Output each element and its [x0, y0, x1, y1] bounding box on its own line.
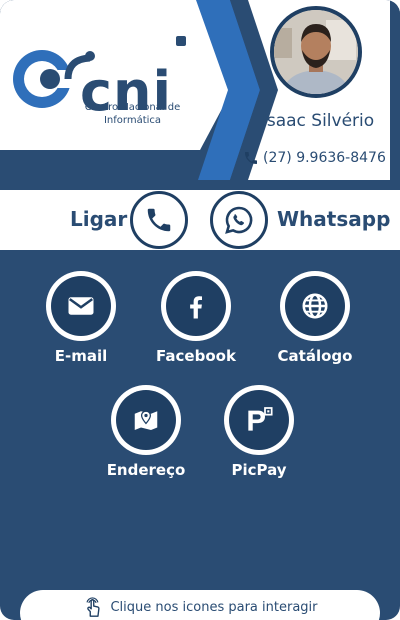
phone-line[interactable]: (27) 9.9636-8476 — [243, 150, 386, 166]
address-link[interactable]: Endereço — [91, 385, 201, 480]
call-button[interactable] — [130, 191, 188, 249]
person-name: Isaac Silvério — [261, 111, 375, 131]
facebook-label: Facebook — [156, 347, 236, 365]
picpay-label: PicPay — [231, 461, 287, 479]
email-link[interactable]: E-mail — [26, 271, 136, 366]
catalog-link[interactable]: Catálogo — [260, 271, 370, 366]
facebook-circle[interactable] — [161, 271, 231, 341]
facebook-icon — [190, 296, 202, 319]
picpay-icon — [248, 407, 273, 431]
email-label: E-mail — [54, 347, 108, 365]
hint-pill: Clique nos icones para interagir — [20, 590, 380, 620]
phone-icon — [245, 152, 257, 164]
email-circle[interactable] — [46, 271, 116, 341]
phone-icon — [147, 208, 171, 232]
facebook-link[interactable]: Facebook — [141, 271, 251, 366]
catalog-circle[interactable] — [280, 271, 350, 341]
hint-text: Clique nos icones para interagir — [110, 599, 318, 615]
picpay-link[interactable]: PicPay — [204, 385, 314, 480]
hint-content: Clique nos icones para interagir — [20, 596, 380, 618]
address-circle[interactable] — [111, 385, 181, 455]
whatsapp-icon — [225, 206, 253, 234]
profile-avatar — [270, 6, 362, 98]
address-label: Endereço — [106, 461, 186, 479]
person-photo — [274, 10, 358, 94]
tap-hand-icon — [86, 597, 101, 617]
envelope-icon — [68, 297, 94, 315]
card-header: cni Centro Nacional de Informática Isaac… — [0, 0, 400, 180]
map-pin-icon — [134, 410, 158, 430]
whatsapp-button[interactable] — [210, 191, 268, 249]
picpay-circle[interactable] — [224, 385, 294, 455]
phone-number: (27) 9.9636-8476 — [263, 150, 386, 166]
globe-icon — [302, 293, 328, 319]
brand-caption: Centro Nacional de Informática — [84, 102, 181, 126]
quick-actions-band: Ligar Whatsapp — [0, 190, 400, 250]
business-card: cni Centro Nacional de Informática Isaac… — [0, 0, 400, 620]
whatsapp-label[interactable]: Whatsapp — [277, 207, 390, 231]
catalog-label: Catálogo — [277, 347, 353, 365]
call-label[interactable]: Ligar — [70, 207, 127, 231]
